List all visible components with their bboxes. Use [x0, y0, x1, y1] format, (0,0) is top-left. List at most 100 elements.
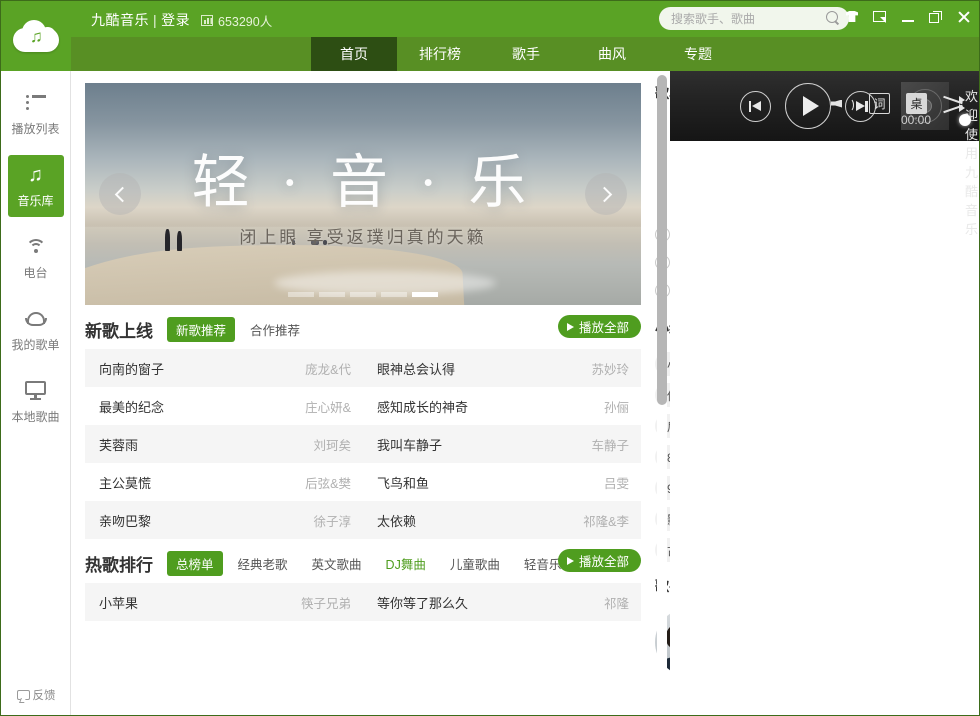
- table-row[interactable]: 芙蓉雨 刘珂矣: [85, 425, 363, 463]
- chevron-right-icon: [596, 186, 612, 202]
- cloud-music-icon: ♫: [13, 20, 59, 52]
- song-title: 最美的纪念: [99, 397, 305, 416]
- sidebar-item-my-playlists[interactable]: 我的歌单: [8, 299, 64, 361]
- desktop-lyrics-button[interactable]: 桌: [906, 93, 927, 114]
- new-songs-header: 新歌上线 新歌推荐 合作推荐 播放全部: [85, 305, 641, 349]
- lyrics-button[interactable]: 词: [869, 93, 890, 114]
- song-artist: 后弦&樊: [305, 473, 351, 492]
- online-count-value: 653290人: [218, 11, 272, 30]
- section-title: 热歌排行: [85, 551, 153, 576]
- music-note-icon: ♫: [28, 164, 43, 186]
- new-songs-tab-partner[interactable]: 合作推荐: [241, 317, 309, 342]
- login-link[interactable]: 登录: [161, 12, 190, 28]
- table-row[interactable]: 飞鸟和鱼 吕雯: [363, 463, 641, 501]
- header-top-row: 九酷音乐|登录 653290人: [71, 1, 979, 37]
- left-column: 轻 · 音 · 乐 闭上眼 享受返璞归真的天籁: [85, 83, 641, 715]
- song-title: 向南的窗子: [99, 359, 305, 378]
- banner-subtitle: 闭上眼 享受返璞归真的天籁: [85, 223, 641, 248]
- feedback-button[interactable]: 反馈: [1, 687, 71, 703]
- hot-songs-tab-children[interactable]: 儿童歌曲: [441, 551, 509, 576]
- table-row[interactable]: 眼神总会认得 苏妙玲: [363, 349, 641, 387]
- search-input[interactable]: [671, 12, 826, 26]
- song-artist: 刘珂矣: [313, 435, 351, 454]
- banner-dot[interactable]: [381, 292, 407, 297]
- nav-tab-genres[interactable]: 曲风: [569, 37, 655, 71]
- table-row[interactable]: 等你等了那么久 祁隆: [363, 583, 641, 621]
- hot-songs-play-all-button[interactable]: 播放全部: [558, 549, 641, 572]
- chart-icon: [201, 15, 213, 26]
- song-artist: 庞龙&代: [305, 359, 351, 378]
- banner-dot[interactable]: [288, 292, 314, 297]
- hot-songs-tab-dj[interactable]: DJ舞曲: [377, 551, 435, 576]
- minimize-icon[interactable]: [901, 9, 915, 25]
- nav-tab-topics[interactable]: 专题: [655, 37, 741, 71]
- table-row[interactable]: 太依赖 祁隆&李: [363, 501, 641, 539]
- banner-prev-button[interactable]: [99, 173, 141, 215]
- hot-songs-column-right: 等你等了那么久 祁隆: [363, 583, 641, 621]
- hot-songs-tab-english[interactable]: 英文歌曲: [303, 551, 371, 576]
- search-icon[interactable]: [826, 11, 841, 26]
- body-area: 播放列表 ♫ 音乐库 电台 我的歌单: [1, 71, 979, 715]
- song-title: 主公莫慌: [99, 473, 305, 492]
- table-row[interactable]: 亲吻巴黎 徐子淳: [85, 501, 363, 539]
- section-title: 新歌上线: [85, 317, 153, 342]
- sidebar-item-label: 我的歌单: [11, 336, 59, 353]
- feedback-label: 反馈: [33, 687, 56, 703]
- sidebar-item-radio[interactable]: 电台: [8, 227, 64, 289]
- banner-indicators: [85, 292, 641, 297]
- song-artist: 苏妙玲: [591, 359, 629, 378]
- new-songs-grid: 向南的窗子 庞龙&代 最美的纪念 庄心妍& 芙蓉雨 刘珂矣 主公莫慌: [85, 349, 641, 539]
- app-logo[interactable]: ♫: [1, 1, 71, 71]
- nav-tab-artists[interactable]: 歌手: [483, 37, 569, 71]
- table-row[interactable]: 最美的纪念 庄心妍&: [85, 387, 363, 425]
- hot-songs-grid: 小苹果 筷子兄弟 等你等了那么久 祁隆: [85, 583, 641, 621]
- hot-songs-tab-overall[interactable]: 总榜单: [167, 551, 223, 576]
- new-songs-column-right: 眼神总会认得 苏妙玲 感知成长的神奇 孙俪 我叫车静子 车静子 飞鸟和鱼: [363, 349, 641, 539]
- banner-dot[interactable]: [319, 292, 345, 297]
- banner-dot[interactable]: [350, 292, 376, 297]
- new-songs-tab-recommended[interactable]: 新歌推荐: [167, 317, 235, 342]
- play-icon: [567, 557, 574, 565]
- new-songs-play-all-button[interactable]: 播放全部: [558, 315, 641, 338]
- sidebar-item-label: 播放列表: [11, 120, 59, 137]
- table-row[interactable]: 我叫车静子 车静子: [363, 425, 641, 463]
- brand-name: 九酷音乐: [91, 12, 149, 28]
- song-title: 我叫车静子: [377, 435, 591, 454]
- sidebar-item-label: 电台: [23, 264, 47, 281]
- sidebar-item-playlist[interactable]: 播放列表: [8, 83, 64, 145]
- table-row[interactable]: 主公莫慌 后弦&樊: [85, 463, 363, 501]
- table-row[interactable]: 小苹果 筷子兄弟: [85, 583, 363, 621]
- nav-tab-charts[interactable]: 排行榜: [397, 37, 483, 71]
- cloud-icon: [25, 308, 47, 330]
- song-artist: 祁隆&李: [583, 511, 629, 530]
- search-box[interactable]: [659, 7, 849, 30]
- play-all-label: 播放全部: [579, 317, 629, 336]
- table-row[interactable]: 向南的窗子 庞龙&代: [85, 349, 363, 387]
- banner-next-button[interactable]: [585, 173, 627, 215]
- sidebar-item-music-library[interactable]: ♫ 音乐库: [8, 155, 64, 217]
- shuffle-icon[interactable]: [943, 96, 965, 112]
- banner-dot-active[interactable]: [412, 292, 438, 297]
- previous-track-button[interactable]: [740, 91, 771, 122]
- song-title: 感知成长的神奇: [377, 397, 604, 416]
- scrollbar-thumb[interactable]: [657, 75, 667, 405]
- volume-icon[interactable]: [831, 95, 853, 113]
- play-button[interactable]: [785, 83, 831, 129]
- song-title: 亲吻巴黎: [99, 511, 313, 530]
- hot-songs-tab-classic[interactable]: 经典老歌: [229, 551, 297, 576]
- table-row[interactable]: 感知成长的神奇 孙俪: [363, 387, 641, 425]
- close-icon[interactable]: [957, 9, 971, 25]
- message-icon[interactable]: [873, 9, 887, 25]
- nav-tab-home[interactable]: 首页: [311, 37, 397, 71]
- vertical-scrollbar[interactable]: [657, 75, 667, 711]
- maximize-icon[interactable]: [929, 9, 943, 25]
- sidebar-item-local-songs[interactable]: 本地歌曲: [8, 371, 64, 433]
- title-bar: ♫ 九酷音乐|登录 653290人 首: [1, 1, 979, 71]
- monitor-icon: [25, 380, 46, 402]
- sidebar: 播放列表 ♫ 音乐库 电台 我的歌单: [1, 71, 71, 715]
- new-songs-column-left: 向南的窗子 庞龙&代 最美的纪念 庄心妍& 芙蓉雨 刘珂矣 主公莫慌: [85, 349, 363, 539]
- skin-icon[interactable]: [845, 9, 859, 25]
- content-area: 轻 · 音 · 乐 闭上眼 享受返璞归真的天籁: [71, 71, 670, 715]
- hero-banner[interactable]: 轻 · 音 · 乐 闭上眼 享受返璞归真的天籁: [85, 83, 641, 305]
- progress-knob[interactable]: [959, 114, 971, 126]
